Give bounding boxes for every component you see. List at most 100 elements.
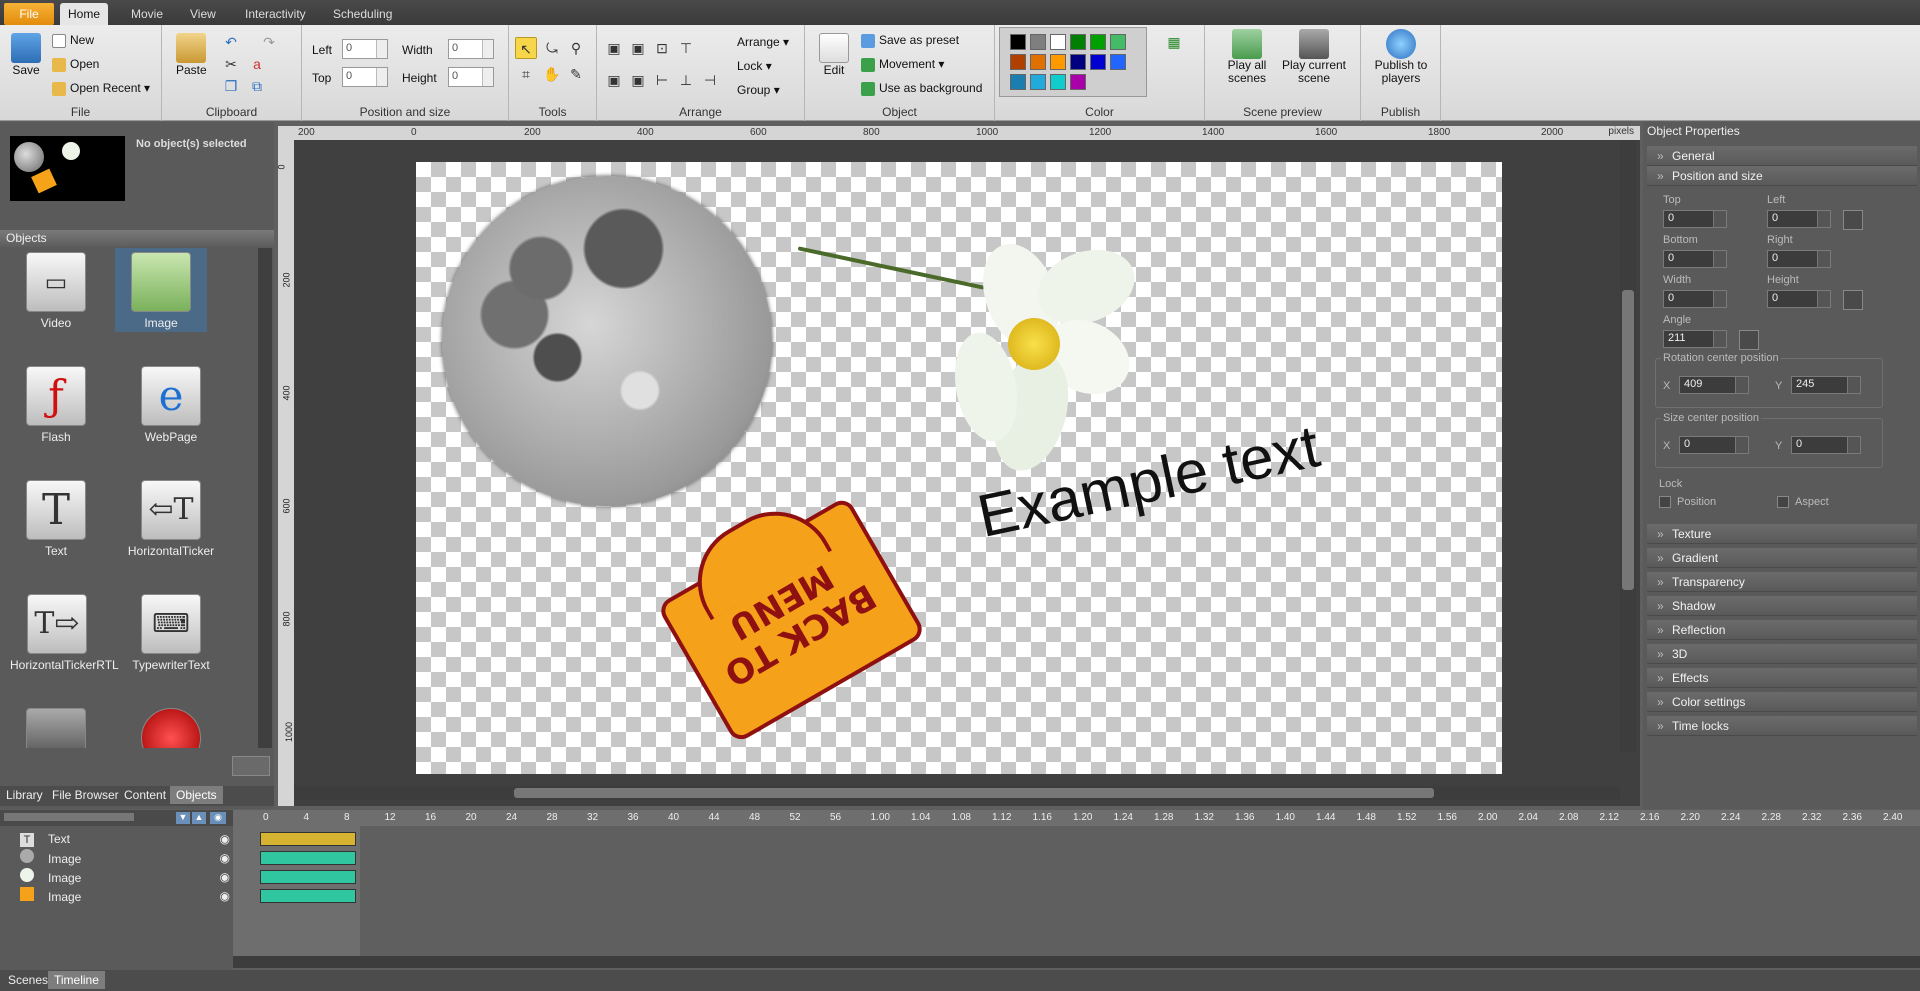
- align-left-icon[interactable]: ⊢: [651, 69, 673, 91]
- rotate-tool-icon[interactable]: ⤿: [541, 37, 563, 59]
- section-position-size[interactable]: Position and size: [1647, 166, 1917, 186]
- edit-button[interactable]: Edit: [819, 33, 849, 77]
- timeline-row-image[interactable]: Image ◉: [20, 887, 230, 905]
- size-y-input[interactable]: 0: [1791, 436, 1861, 454]
- rot-y-input[interactable]: 245: [1791, 376, 1861, 394]
- tab-scheduling[interactable]: Scheduling: [325, 3, 400, 25]
- lock-aspect-checkbox[interactable]: [1777, 496, 1789, 508]
- color-swatch[interactable]: [1010, 74, 1026, 90]
- prop-width-input[interactable]: 0: [1663, 290, 1727, 308]
- lock-position-checkbox[interactable]: [1659, 496, 1671, 508]
- timeline-row-text[interactable]: T Text ◉: [20, 830, 230, 848]
- tab-timeline[interactable]: Timeline: [48, 971, 105, 989]
- section-gradient[interactable]: Gradient: [1647, 548, 1917, 568]
- move-down-icon[interactable]: ▼: [176, 812, 190, 824]
- undo-icon[interactable]: ↶: [220, 31, 242, 53]
- tab-content[interactable]: Content: [118, 786, 172, 804]
- align-top-icon[interactable]: ⊤: [675, 37, 697, 59]
- image-clip[interactable]: [260, 889, 356, 903]
- section-time-locks[interactable]: Time locks: [1647, 716, 1917, 736]
- object-more-2[interactable]: [125, 704, 217, 748]
- top-input[interactable]: 0: [342, 67, 388, 87]
- flower-image[interactable]: [946, 222, 1145, 482]
- vertical-scroll-thumb[interactable]: [1622, 290, 1634, 590]
- crop-icon[interactable]: ⌗: [515, 63, 537, 85]
- hand-icon[interactable]: ✋: [541, 63, 563, 85]
- copy-icon[interactable]: ❐: [220, 75, 242, 97]
- eye-icon[interactable]: ◉: [220, 887, 230, 905]
- align-bottom-icon[interactable]: ⊥: [675, 69, 697, 91]
- rot-x-input[interactable]: 409: [1679, 376, 1749, 394]
- align-center-icon[interactable]: ⊡: [651, 37, 673, 59]
- new-button[interactable]: New: [52, 33, 94, 48]
- object-video[interactable]: ▭ Video: [10, 248, 102, 332]
- object-typewriter-text[interactable]: ⌨ TypewriterText: [125, 590, 217, 674]
- move-up-icon[interactable]: ▲: [192, 812, 206, 824]
- eye-icon[interactable]: ◉: [220, 868, 230, 886]
- color-picker-icon[interactable]: ▦: [1163, 31, 1185, 53]
- redo-icon[interactable]: ↷: [258, 31, 280, 53]
- bring-front-icon[interactable]: ▣: [603, 37, 625, 59]
- link-size-icon[interactable]: [1843, 290, 1863, 310]
- color-swatch[interactable]: [1030, 34, 1046, 50]
- eye-toggle-all-icon[interactable]: ◉: [210, 812, 226, 824]
- reset-angle-icon[interactable]: [1739, 330, 1759, 350]
- color-swatch[interactable]: [1030, 74, 1046, 90]
- left-input[interactable]: 0: [342, 39, 388, 59]
- prop-height-input[interactable]: 0: [1767, 290, 1831, 308]
- tab-library[interactable]: Library: [0, 786, 49, 804]
- timeline-zoom-slider[interactable]: [4, 813, 134, 821]
- color-swatch[interactable]: [1090, 34, 1106, 50]
- scene-thumbnail[interactable]: [10, 136, 125, 201]
- group-dropdown[interactable]: Group ▾: [737, 83, 780, 97]
- open-button[interactable]: Open: [52, 57, 99, 72]
- send-back-icon[interactable]: ▣: [627, 37, 649, 59]
- color-swatch[interactable]: [1050, 34, 1066, 50]
- eye-icon[interactable]: ◉: [220, 830, 230, 848]
- paste-button[interactable]: Paste: [176, 33, 207, 77]
- color-swatch[interactable]: [1070, 34, 1086, 50]
- color-swatch[interactable]: [1030, 54, 1046, 70]
- zoom-icon[interactable]: ⚲: [565, 37, 587, 59]
- moon-image[interactable]: [442, 176, 772, 506]
- object-webpage[interactable]: e WebPage: [125, 362, 217, 446]
- color-swatch[interactable]: [1050, 74, 1066, 90]
- tab-file-browser[interactable]: File Browser: [46, 786, 125, 804]
- object-flash[interactable]: ƒ Flash: [10, 362, 102, 446]
- height-input[interactable]: 0: [448, 67, 494, 87]
- image-clip[interactable]: [260, 870, 356, 884]
- tab-home[interactable]: Home: [60, 3, 109, 25]
- section-reflection[interactable]: Reflection: [1647, 620, 1917, 640]
- align-right-icon[interactable]: ⊣: [699, 69, 721, 91]
- bring-forward-icon[interactable]: ▣: [603, 69, 625, 91]
- object-horizontal-ticker-rtl[interactable]: T⇨ HorizontalTickerRTL: [10, 590, 119, 674]
- color-swatch[interactable]: [1010, 34, 1026, 50]
- horizontal-scroll-thumb[interactable]: [514, 788, 1434, 798]
- tab-view[interactable]: View: [182, 3, 224, 25]
- color-swatch[interactable]: [1110, 54, 1126, 70]
- eyedropper-icon[interactable]: ✎: [565, 63, 587, 85]
- section-effects[interactable]: Effects: [1647, 668, 1917, 688]
- tab-scenes[interactable]: Scenes: [2, 971, 54, 989]
- tab-file[interactable]: File: [4, 3, 54, 25]
- object-more-1[interactable]: [10, 704, 102, 748]
- duplicate-icon[interactable]: ⧉: [246, 75, 268, 97]
- eye-icon[interactable]: ◉: [220, 849, 230, 867]
- section-general[interactable]: General: [1647, 146, 1917, 166]
- use-as-background-button[interactable]: Use as background: [861, 81, 982, 96]
- canvas-horizontal-scrollbar[interactable]: [294, 786, 1620, 800]
- send-backward-icon[interactable]: ▣: [627, 69, 649, 91]
- save-button[interactable]: Save: [10, 33, 42, 77]
- pointer-icon[interactable]: ↖: [515, 37, 537, 59]
- prop-bottom-input[interactable]: 0: [1663, 250, 1727, 268]
- image-clip[interactable]: [260, 851, 356, 865]
- link-position-icon[interactable]: [1843, 210, 1863, 230]
- color-swatch[interactable]: [1050, 54, 1066, 70]
- timeline-row-image[interactable]: Image ◉: [20, 849, 230, 867]
- object-image[interactable]: Image: [115, 248, 207, 332]
- play-current-scene-button[interactable]: Play current scene: [1281, 29, 1347, 85]
- back-to-menu-button-image[interactable]: BACK TO MENU: [641, 470, 927, 745]
- color-swatch[interactable]: [1010, 54, 1026, 70]
- object-horizontal-ticker[interactable]: ⇦T HorizontalTicker: [125, 476, 217, 560]
- tab-objects[interactable]: Objects: [170, 786, 223, 804]
